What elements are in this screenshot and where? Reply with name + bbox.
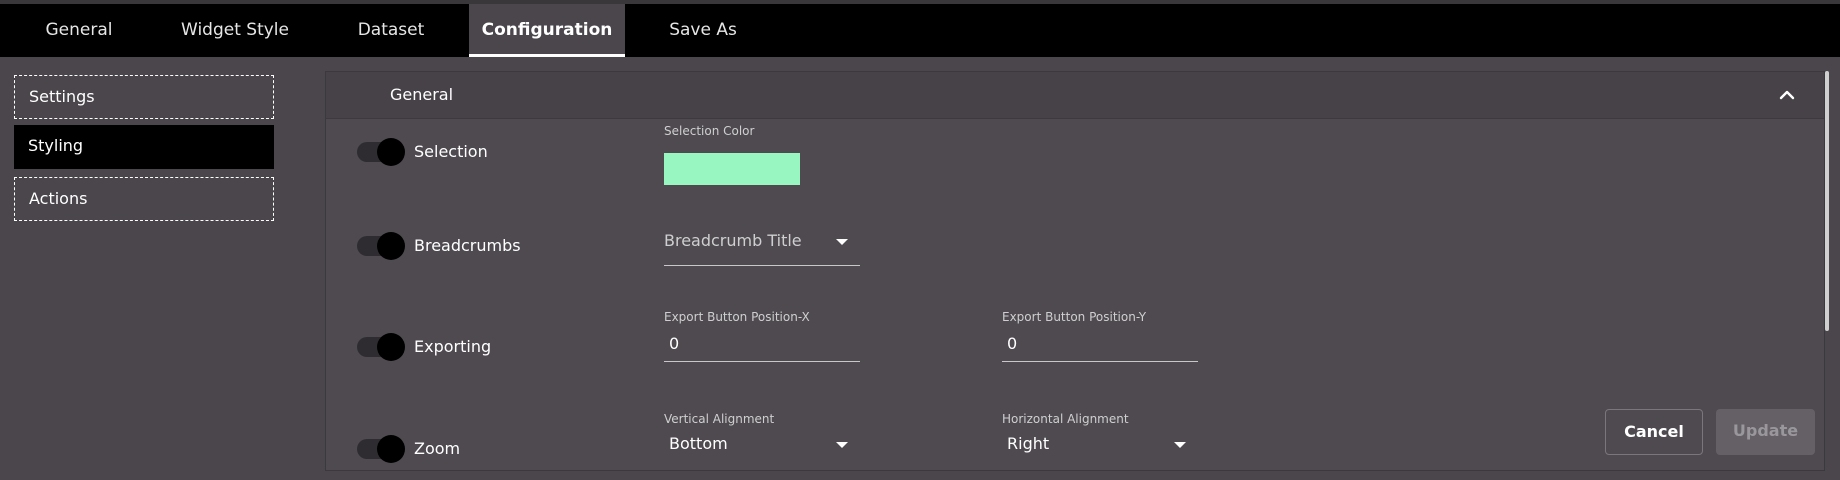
- selection-toggle[interactable]: [357, 137, 407, 167]
- exporting-label: Exporting: [414, 337, 492, 356]
- tab-dataset[interactable]: Dataset: [336, 4, 446, 57]
- vertical-alignment-value: Bottom: [669, 434, 728, 453]
- exporting-toggle[interactable]: [357, 332, 407, 362]
- horizontal-alignment-label: Horizontal Alignment: [1002, 412, 1129, 426]
- panel-title: General: [390, 85, 454, 104]
- scrollbar[interactable]: [1825, 71, 1829, 331]
- toggle-knob: [377, 138, 405, 166]
- sidebar-item-actions[interactable]: Actions: [14, 177, 274, 221]
- selection-color-swatch[interactable]: [664, 153, 800, 185]
- caret-down-icon: [836, 442, 848, 448]
- horizontal-alignment-value: Right: [1007, 434, 1050, 453]
- selection-label: Selection: [414, 142, 488, 161]
- update-button[interactable]: Update: [1716, 409, 1815, 455]
- sidebar-item-styling[interactable]: Styling: [14, 125, 274, 169]
- toggle-knob: [377, 333, 405, 361]
- sidebar-item-settings[interactable]: Settings: [14, 75, 274, 119]
- vertical-alignment-select[interactable]: Bottom: [664, 430, 860, 462]
- chevron-up-icon[interactable]: [1778, 86, 1796, 104]
- caret-down-icon: [1174, 442, 1186, 448]
- breadcrumbs-label: Breadcrumbs: [414, 236, 521, 255]
- toggle-knob: [377, 435, 405, 463]
- tab-widget-style[interactable]: Widget Style: [168, 4, 302, 57]
- toggle-knob: [377, 232, 405, 260]
- export-position-x-value: 0: [669, 334, 680, 353]
- general-panel: General: [325, 71, 1825, 471]
- breadcrumbs-toggle[interactable]: [357, 231, 407, 261]
- tab-save-as[interactable]: Save As: [652, 4, 754, 57]
- export-position-y-input[interactable]: 0: [1002, 330, 1198, 362]
- export-position-y-label: Export Button Position-Y: [1002, 310, 1147, 324]
- tab-configuration[interactable]: Configuration: [469, 4, 625, 57]
- panel-header[interactable]: General: [326, 72, 1824, 119]
- zoom-toggle[interactable]: [357, 434, 407, 464]
- zoom-label: Zoom: [414, 439, 461, 458]
- cancel-button[interactable]: Cancel: [1605, 409, 1703, 455]
- horizontal-alignment-select[interactable]: Right: [1002, 430, 1198, 462]
- breadcrumb-title-select[interactable]: Breadcrumb Title: [664, 225, 860, 266]
- export-position-x-input[interactable]: 0: [664, 330, 860, 362]
- caret-down-icon: [836, 239, 848, 245]
- export-position-y-value: 0: [1007, 334, 1018, 353]
- vertical-alignment-label: Vertical Alignment: [664, 412, 775, 426]
- selection-color-label: Selection Color: [664, 124, 755, 138]
- tab-bar: General Widget Style Dataset Configurati…: [0, 0, 1840, 57]
- tab-general[interactable]: General: [22, 4, 136, 57]
- breadcrumb-title-placeholder: Breadcrumb Title: [664, 231, 802, 250]
- export-position-x-label: Export Button Position-X: [664, 310, 810, 324]
